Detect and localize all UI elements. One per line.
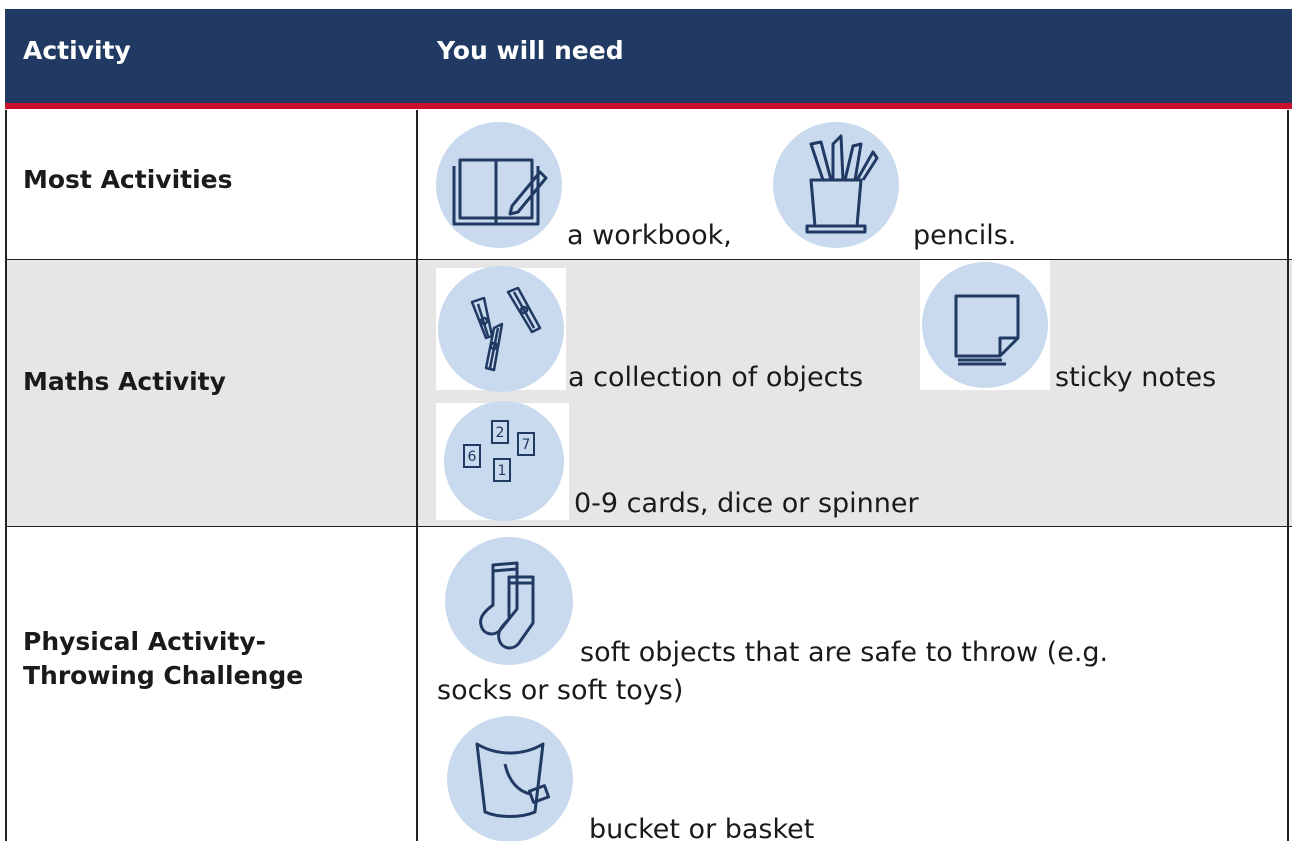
item-label: pencils. (913, 220, 1017, 251)
card-label: 1 (498, 463, 507, 479)
table-row: Maths Activity a collection of objects s… (5, 260, 1292, 527)
item-label: socks or soft toys) (437, 675, 684, 706)
item-label: a workbook, (567, 220, 732, 251)
bucket-icon (447, 716, 573, 841)
number-cards-icon-box: 2 7 6 1 (436, 401, 569, 521)
item-label: bucket or basket (589, 814, 815, 841)
number-cards-icon: 2 7 6 1 (444, 401, 564, 521)
pegs-icon (438, 266, 564, 392)
activity-name: Physical Activity- (23, 627, 267, 656)
activity-name: Most Activities (23, 165, 233, 194)
item-label: sticky notes (1055, 362, 1217, 393)
card-label: 2 (496, 425, 505, 441)
sticky-notes-icon-box (920, 260, 1050, 390)
item-label: soft objects that are safe to throw (e.g… (580, 637, 1109, 668)
workbook-icon (436, 122, 562, 248)
column-divider (416, 110, 418, 841)
table-row: Most Activities a workbook, pencils. (5, 110, 1292, 260)
item-label: a collection of objects (568, 362, 864, 393)
pencils-icon (773, 122, 899, 248)
sticky-notes-icon (922, 262, 1048, 388)
header-activity: Activity (23, 36, 131, 65)
table-border-right (1287, 110, 1289, 841)
table-border-left (5, 110, 7, 841)
table-row: Physical Activity- Throwing Challenge so… (5, 527, 1292, 841)
page: Activity You will need Most Activities a… (0, 0, 1292, 841)
pegs-icon-box (436, 266, 566, 392)
activity-name: Throwing Challenge (23, 661, 304, 690)
card-label: 7 (522, 437, 531, 453)
activity-name: Maths Activity (23, 367, 226, 396)
item-label: 0-9 cards, dice or spinner (574, 488, 919, 519)
table-header: Activity You will need (5, 9, 1292, 109)
card-label: 6 (468, 449, 477, 465)
header-you-will-need: You will need (437, 36, 624, 65)
socks-icon (445, 537, 573, 665)
